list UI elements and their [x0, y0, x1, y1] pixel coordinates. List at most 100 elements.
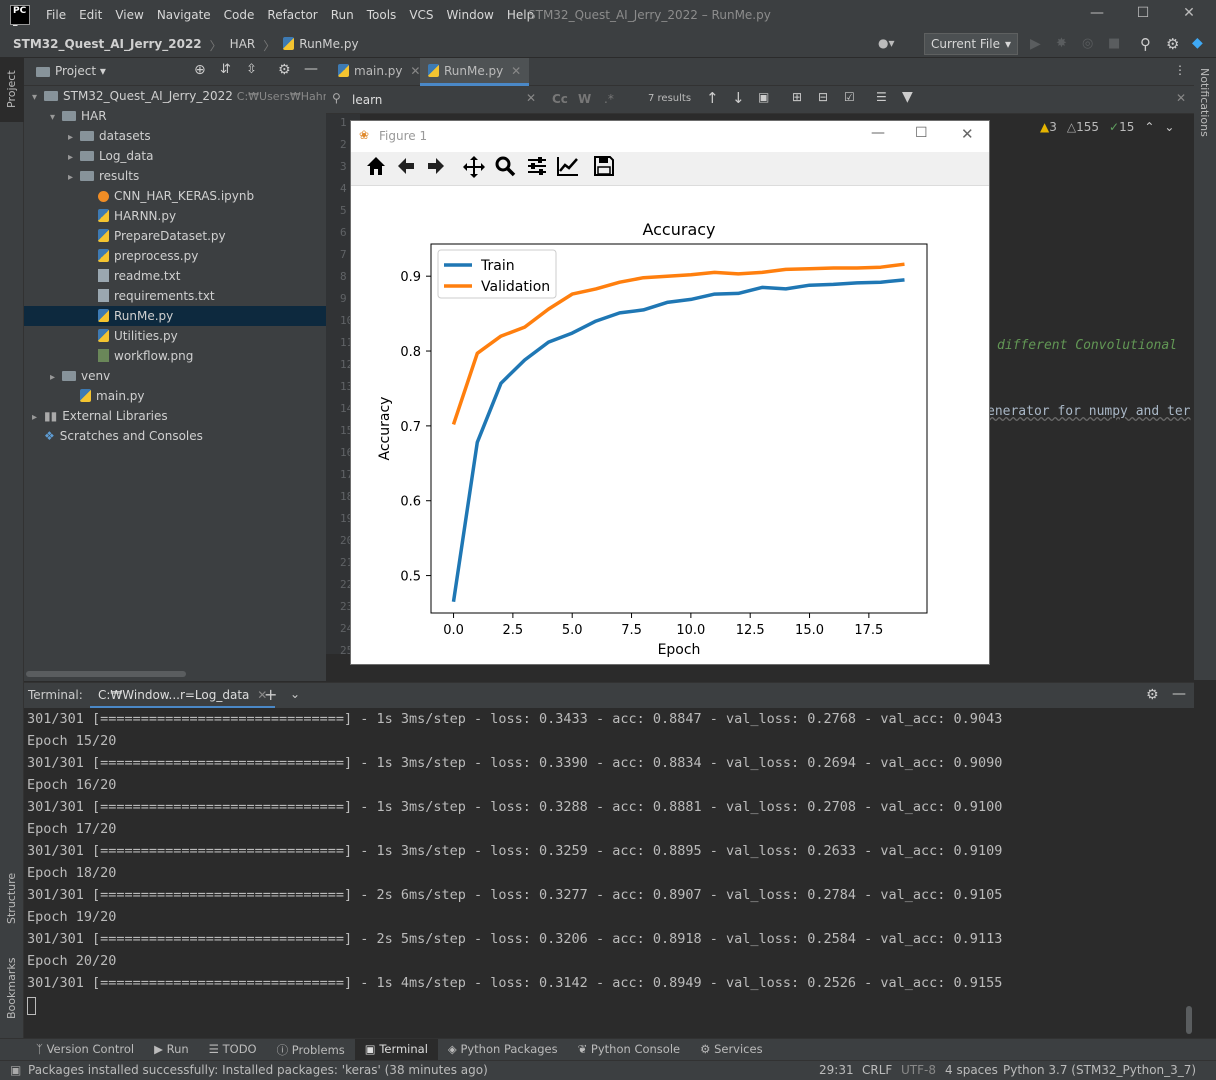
tool-version-control[interactable]: ᛉ Version Control	[26, 1039, 144, 1061]
maximize-icon[interactable]: ☐	[1128, 5, 1158, 25]
hide-terminal-icon[interactable]: —	[1172, 686, 1186, 702]
coverage-icon[interactable]: ◎	[1082, 36, 1093, 51]
figure-close-icon[interactable]: ✕	[961, 125, 974, 143]
accuracy-chart[interactable]: Accuracy Epoch Accuracy 0.0 2.5 5.0 7.5 10.0 12.…	[351, 186, 989, 664]
tool-problems[interactable]: ⓘ Problems	[267, 1039, 355, 1061]
run-config-select[interactable]: Current File ▾	[924, 33, 1018, 55]
tool-python-packages[interactable]: ◈ Python Packages	[438, 1039, 568, 1061]
tree-item[interactable]: HARNN.py	[24, 206, 326, 226]
close-find-icon[interactable]: ✕	[1176, 91, 1186, 105]
collapse-all-icon[interactable]: ⇳	[246, 62, 257, 77]
structure-side-tab[interactable]: Structure	[0, 858, 24, 928]
expand-all-icon[interactable]: ⇵	[220, 62, 231, 77]
configure-icon[interactable]	[523, 155, 551, 183]
tree-item[interactable]: PrepareDataset.py	[24, 226, 326, 246]
close-icon[interactable]: ✕	[1174, 5, 1204, 25]
tab-close-icon[interactable]: ✕	[511, 64, 521, 78]
tool-todo[interactable]: ☰ TODO	[199, 1039, 267, 1061]
tab-close-icon[interactable]: ✕	[410, 64, 420, 78]
project-side-tab[interactable]: Project	[0, 58, 24, 122]
terminal-tab[interactable]: C:₩Window...r=Log_data ✕	[90, 683, 276, 709]
chevron-down-icon[interactable]: ⌄	[1164, 120, 1174, 134]
tree-item[interactable]: ▸ venv	[24, 366, 326, 386]
caret-position[interactable]: 29:31	[819, 1063, 854, 1077]
expand-arrow-icon[interactable]: ▸	[68, 128, 80, 148]
expand-arrow-icon[interactable]: ▸	[68, 168, 80, 188]
filter-options-icon[interactable]: ☰	[876, 90, 887, 104]
tree-item[interactable]: ▸ Log_data	[24, 146, 326, 166]
menu-file[interactable]: File	[46, 8, 66, 22]
tree-item[interactable]: readme.txt	[24, 266, 326, 286]
python-interpreter[interactable]: Python 3.7 (STM32_Python_3_7)	[1003, 1063, 1196, 1077]
menu-navigate[interactable]: Navigate	[157, 8, 211, 22]
expand-arrow-icon[interactable]: ▾	[32, 88, 44, 108]
expand-arrow-icon[interactable]: ▸	[50, 368, 62, 388]
axes-icon[interactable]	[554, 155, 582, 183]
menu-window[interactable]: Window	[447, 8, 494, 22]
add-occurrence-icon[interactable]: ⊞	[792, 90, 802, 104]
locate-icon[interactable]: ⊕	[194, 62, 206, 78]
breadcrumb-project[interactable]: STM32_Quest_AI_Jerry_2022	[13, 37, 202, 54]
regex-icon[interactable]: .*	[604, 92, 614, 106]
stop-icon[interactable]: ■	[1108, 36, 1120, 51]
menu-refactor[interactable]: Refactor	[267, 8, 317, 22]
zoom-icon[interactable]	[491, 155, 519, 183]
terminal-scrollbar[interactable]	[1184, 708, 1194, 1038]
tree-item[interactable]: ▸ results	[24, 166, 326, 186]
tree-item[interactable]: preprocess.py	[24, 246, 326, 266]
line-separator[interactable]: CRLF	[862, 1063, 892, 1077]
menu-code[interactable]: Code	[224, 8, 255, 22]
tree-item[interactable]: RunMe.py	[24, 306, 326, 326]
tab-main-py[interactable]: main.py ✕	[330, 58, 428, 86]
tool-run[interactable]: ▶ Run	[144, 1039, 199, 1061]
forward-icon[interactable]	[422, 155, 450, 183]
indent-setting[interactable]: 4 spaces	[945, 1063, 998, 1077]
tree-item[interactable]: main.py	[24, 386, 326, 406]
tool-services[interactable]: ⚙ Services	[690, 1039, 772, 1061]
run-icon[interactable]: ▶	[1030, 36, 1041, 52]
tree-item[interactable]: CNN_HAR_KERAS.ipynb	[24, 186, 326, 206]
menu-view[interactable]: View	[115, 8, 143, 22]
project-hscrollbar[interactable]	[24, 667, 326, 681]
tree-item[interactable]: ▸ datasets	[24, 126, 326, 146]
expand-arrow-icon[interactable]: ▸	[32, 408, 44, 428]
tree-item[interactable]: requirements.txt	[24, 286, 326, 306]
tree-item[interactable]: ▸ ▮▮ External Libraries	[24, 406, 326, 426]
tool-terminal[interactable]: ▣ Terminal	[354, 1039, 438, 1061]
tab-runme-py[interactable]: RunMe.py ✕	[420, 58, 530, 86]
status-message[interactable]: Packages installed successfully: Install…	[28, 1063, 488, 1077]
gear-icon[interactable]: ⚙	[278, 62, 291, 78]
figure-maximize-icon[interactable]: ☐	[915, 125, 928, 141]
match-case-icon[interactable]: Cc	[552, 92, 568, 106]
tool-python-console[interactable]: ❦ Python Console	[568, 1039, 690, 1061]
menu-vcs[interactable]: VCS	[409, 8, 433, 22]
whole-words-icon[interactable]: W	[578, 92, 591, 106]
expand-arrow-icon[interactable]: ▾	[50, 108, 62, 128]
chevron-up-icon[interactable]: ⌃	[1144, 120, 1154, 134]
inspection-widget[interactable]: ▲3 △155 ✓15 ⌃ ⌄	[1040, 120, 1174, 134]
gear-icon[interactable]: ⚙	[1146, 687, 1159, 703]
open-results-icon[interactable]: ▣	[758, 90, 769, 104]
notifications-side-tab[interactable]: Notifications	[1198, 68, 1211, 137]
user-icon[interactable]: ●▾	[878, 36, 895, 50]
figure-minimize-icon[interactable]: —	[871, 125, 885, 141]
find-input[interactable]	[352, 90, 542, 110]
jetbrains-icon[interactable]: ◆	[1192, 35, 1203, 51]
next-occurrence-icon[interactable]: ↓	[732, 89, 745, 107]
tree-item[interactable]: ❖ Scratches and Consoles	[24, 426, 326, 446]
expand-arrow-icon[interactable]: ▸	[68, 148, 80, 168]
search-icon[interactable]: ⚲	[1140, 35, 1151, 53]
terminal-output[interactable]: 301/301 [==============================]…	[24, 708, 1184, 1038]
remove-occurrence-icon[interactable]: ⊟	[818, 90, 828, 104]
filter-icon[interactable]: ▼	[902, 89, 913, 105]
chevron-down-icon[interactable]: ⌄	[290, 687, 300, 701]
more-tabs-icon[interactable]: ⋮	[1174, 63, 1186, 77]
clear-search-icon[interactable]: ✕	[526, 91, 536, 105]
file-encoding[interactable]: UTF-8	[901, 1063, 936, 1077]
new-terminal-icon[interactable]: +	[264, 685, 277, 704]
home-icon[interactable]	[362, 155, 390, 183]
project-view-select[interactable]: Project ▾	[55, 64, 106, 78]
save-icon[interactable]	[590, 155, 618, 183]
menu-run[interactable]: Run	[331, 8, 354, 22]
back-icon[interactable]	[392, 155, 420, 183]
